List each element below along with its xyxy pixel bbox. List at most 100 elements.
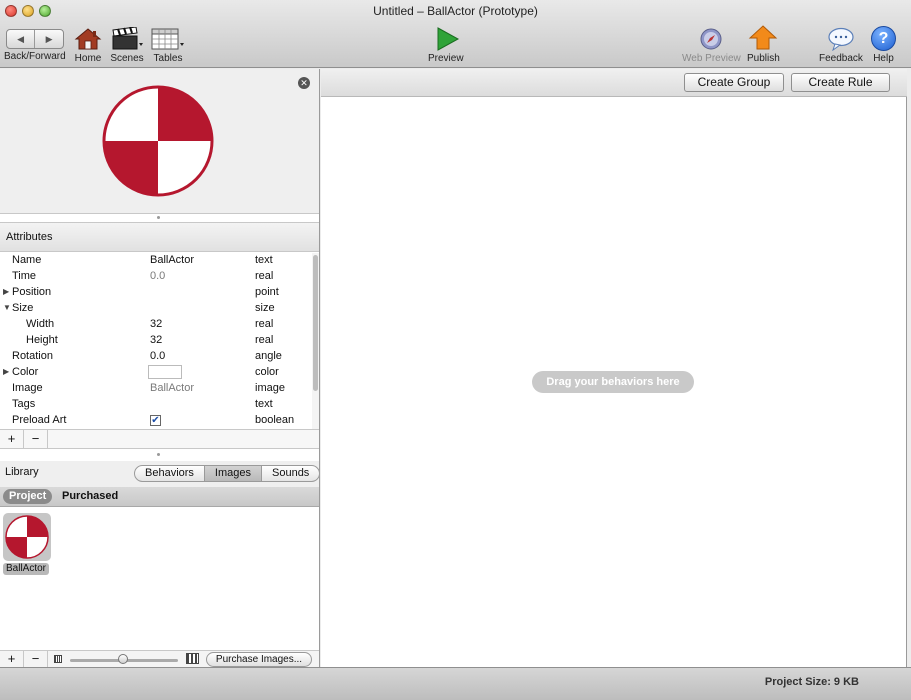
add-image-button[interactable]: + xyxy=(0,651,24,667)
library-item[interactable] xyxy=(3,513,51,561)
window-title: Untitled – BallActor (Prototype) xyxy=(373,4,538,18)
attribute-type: real xyxy=(255,270,274,282)
attribute-name: Time xyxy=(12,270,37,282)
expand-triangle-icon[interactable]: ▶ xyxy=(3,287,9,296)
remove-attribute-button[interactable]: − xyxy=(24,430,48,448)
upload-arrow-icon xyxy=(749,25,778,50)
attribute-value[interactable]: 0.0 xyxy=(150,350,165,362)
project-size-label: Project Size: 9 KB xyxy=(764,676,859,688)
help-button[interactable]: ? Help xyxy=(871,26,896,64)
slider-knob[interactable] xyxy=(118,654,128,664)
library-title: Library xyxy=(5,466,39,478)
publish-label: Publish xyxy=(747,53,780,64)
attribute-type: color xyxy=(255,366,279,378)
scenes-label: Scenes xyxy=(110,53,144,64)
subtab-project[interactable]: Project xyxy=(3,489,53,504)
help-label: Help xyxy=(873,53,894,64)
create-rule-button[interactable]: Create Rule xyxy=(791,73,890,92)
library-header: Library Behaviors Images Sounds xyxy=(0,461,321,487)
attribute-type: real xyxy=(255,334,274,346)
attribute-name: Height xyxy=(26,334,58,346)
attribute-row-image[interactable]: Image BallActor image xyxy=(0,381,312,397)
back-button[interactable]: ◀ xyxy=(7,30,35,48)
back-forward-label: Back/Forward xyxy=(4,51,66,62)
attribute-row-rotation[interactable]: Rotation 0.0 angle xyxy=(0,349,312,365)
attribute-value[interactable]: 32 xyxy=(150,334,162,346)
attribute-name: Position xyxy=(12,286,52,298)
ball-actor-thumbnail xyxy=(5,515,49,559)
attributes-footer: + − xyxy=(0,429,319,449)
collapse-triangle-icon[interactable]: ▼ xyxy=(3,303,11,312)
large-thumbnails-icon xyxy=(186,653,199,664)
attribute-name: Rotation xyxy=(12,350,53,362)
attribute-name: Tags xyxy=(12,398,36,410)
preload-art-checkbox[interactable]: ✔ xyxy=(150,415,161,426)
attributes-scrollbar[interactable] xyxy=(312,253,319,429)
behaviors-drop-zone[interactable]: Drag your behaviors here xyxy=(532,371,694,393)
home-button[interactable]: Home xyxy=(74,27,102,64)
attribute-type: real xyxy=(255,318,274,330)
library-grid: BallActor xyxy=(0,508,319,650)
subtab-purchased[interactable]: Purchased xyxy=(62,489,118,504)
web-preview-button[interactable]: Web Preview xyxy=(682,27,741,64)
publish-button[interactable]: Publish xyxy=(747,25,780,64)
table-grid-icon xyxy=(151,28,184,50)
attribute-row-height[interactable]: Height 32 real xyxy=(0,333,312,349)
behaviors-editor: Create Group Create Rule Drag your behav… xyxy=(321,69,907,667)
create-group-button[interactable]: Create Group xyxy=(684,73,784,92)
attributes-table: Name BallActor text Time 0.0 real ▶ Posi… xyxy=(0,253,312,429)
help-icon: ? xyxy=(871,26,896,51)
scrollbar-thumb[interactable] xyxy=(313,255,318,391)
status-bar: Project Size: 9 KB xyxy=(0,667,911,700)
attribute-value[interactable]: BallActor xyxy=(150,254,194,266)
compass-icon xyxy=(700,28,722,50)
purchase-images-button[interactable]: Purchase Images... xyxy=(206,652,312,667)
web-preview-label: Web Preview xyxy=(682,53,741,64)
close-icon[interactable]: ✕ xyxy=(298,77,310,89)
preview-label: Preview xyxy=(428,53,464,64)
attribute-value[interactable]: BallActor xyxy=(150,382,194,394)
attribute-row-name[interactable]: Name BallActor text xyxy=(0,253,312,269)
attributes-header: Attributes xyxy=(0,222,319,252)
splitter-handle[interactable] xyxy=(157,216,160,219)
actor-preview: ✕ xyxy=(0,69,319,219)
forward-button[interactable]: ▶ xyxy=(34,30,63,48)
preview-button[interactable]: Preview xyxy=(428,27,464,64)
attribute-row-position[interactable]: ▶ Position point xyxy=(0,285,312,301)
scenes-button[interactable]: Scenes xyxy=(110,27,144,64)
feedback-button[interactable]: Feedback xyxy=(819,27,863,64)
ball-actor-image xyxy=(102,85,214,197)
library-item-label: BallActor xyxy=(3,563,50,575)
back-forward-segmented: ◀ ▶ xyxy=(5,29,64,49)
attribute-value[interactable]: 32 xyxy=(150,318,162,330)
tab-behaviors[interactable]: Behaviors xyxy=(135,466,204,481)
inspector-pane: ✕ Attributes Name BallActor text Time 0.… xyxy=(0,69,321,667)
tables-button[interactable]: Tables xyxy=(151,27,185,64)
attribute-row-time[interactable]: Time 0.0 real xyxy=(0,269,312,285)
play-icon xyxy=(437,27,459,51)
home-icon xyxy=(74,28,102,50)
expand-triangle-icon[interactable]: ▶ xyxy=(3,367,9,376)
attribute-type: point xyxy=(255,286,279,298)
library-footer: + − Purchase Images... xyxy=(0,650,319,667)
attribute-row-size[interactable]: ▼ Size size xyxy=(0,301,312,317)
attribute-row-color[interactable]: ▶ Color color xyxy=(0,365,312,381)
attribute-row-preload-art[interactable]: Preload Art ✔ boolean xyxy=(0,413,312,429)
attribute-type: angle xyxy=(255,350,282,362)
attribute-row-width[interactable]: Width 32 real xyxy=(0,317,312,333)
library-tabs: Behaviors Images Sounds xyxy=(134,465,321,482)
remove-image-button[interactable]: − xyxy=(24,651,48,667)
splitter-handle[interactable] xyxy=(157,453,160,456)
library-subtabs: Project Purchased xyxy=(0,487,319,507)
tab-images[interactable]: Images xyxy=(203,466,261,481)
attribute-type: size xyxy=(255,302,275,314)
add-attribute-button[interactable]: + xyxy=(0,430,24,448)
tab-sounds[interactable]: Sounds xyxy=(261,466,319,481)
attribute-name: Preload Art xyxy=(12,414,67,426)
attribute-row-tags[interactable]: Tags text xyxy=(0,397,312,413)
clapperboard-icon xyxy=(112,27,143,50)
tables-label: Tables xyxy=(153,53,183,64)
attribute-name: Color xyxy=(12,366,39,378)
attribute-name: Width xyxy=(26,318,55,330)
color-swatch[interactable] xyxy=(148,365,182,379)
